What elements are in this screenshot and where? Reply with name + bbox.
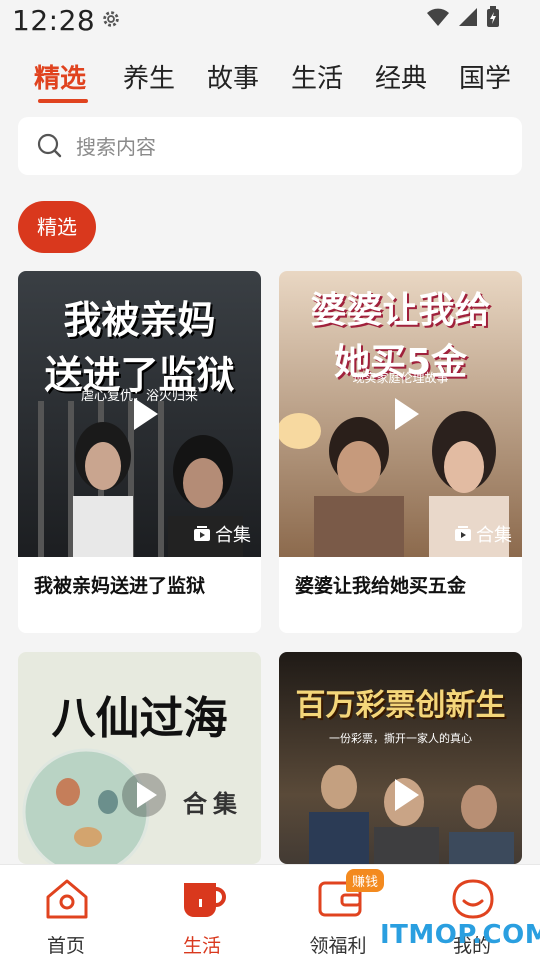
nav-home[interactable]: 首页 [16, 875, 116, 959]
nav-life[interactable]: 生活 [152, 875, 252, 959]
search-bar[interactable] [18, 117, 522, 175]
search-input[interactable] [74, 129, 498, 165]
watermark: ITMOP.COM [380, 920, 540, 950]
content-card[interactable]: 百万彩票创新生 一份彩票，撕开一家人的真心 [279, 652, 522, 864]
poster-subtitle: 现实家庭伦理故事 [352, 371, 449, 385]
card-thumbnail: 我被亲妈 送进了监狱 虐心复仇：浴火归来 合集 [18, 271, 261, 557]
tab-sinology[interactable]: 国学 [459, 58, 511, 95]
battery-icon [487, 6, 499, 27]
content-card[interactable]: 我被亲妈 送进了监狱 虐心复仇：浴火归来 合集 我被亲妈送进了监狱 [18, 271, 261, 633]
tab-stories[interactable]: 故事 [207, 58, 259, 95]
smile-icon [452, 879, 494, 919]
poster-headline: 我被亲妈 送进了监狱 [44, 298, 235, 397]
status-bar: 12:28 [0, 0, 540, 40]
home-icon [46, 879, 88, 919]
play-icon [134, 398, 158, 430]
cup-icon [184, 883, 226, 917]
poster-headline: 八仙过海 [51, 693, 228, 744]
play-icon [122, 773, 166, 817]
video-collection-icon [455, 526, 471, 541]
category-tabs: 精选 养生 故事 生活 经典 国学 [0, 52, 540, 112]
active-tab-indicator [38, 99, 88, 103]
content-card[interactable]: 婆婆让我给 她买5金 现实家庭伦理故事 合集 婆婆让我给她买五金 [279, 271, 522, 633]
clock: 12:28 [12, 4, 96, 37]
play-icon [395, 398, 419, 430]
nav-benefits[interactable]: 赚钱 领福利 [288, 869, 388, 959]
gear-icon [103, 11, 119, 27]
collection-tag: 合集 [193, 521, 251, 547]
card-title: 婆婆让我给她买五金 [295, 575, 467, 597]
card-thumbnail: 百万彩票创新生 一份彩票，撕开一家人的真心 [279, 652, 522, 864]
video-collection-icon [194, 526, 210, 541]
poster-headline: 百万彩票创新生 [295, 688, 506, 723]
card-title: 我被亲妈送进了监狱 [34, 575, 206, 597]
earn-badge: 赚钱 [346, 869, 385, 892]
poster-collection-mark: 合集 [183, 790, 243, 818]
tab-featured[interactable]: 精选 [34, 58, 86, 95]
play-icon [395, 779, 419, 811]
tab-health[interactable]: 养生 [123, 58, 175, 95]
poster-subtitle: 一份彩票，撕开一家人的真心 [329, 732, 472, 745]
wifi-icon [427, 8, 449, 26]
collection-tag: 合集 [454, 521, 512, 547]
tab-classics[interactable]: 经典 [375, 58, 427, 95]
search-icon [37, 133, 62, 158]
tab-life[interactable]: 生活 [291, 58, 343, 95]
card-thumbnail: 婆婆让我给 她买5金 现实家庭伦理故事 合集 [279, 271, 522, 557]
card-thumbnail: 八仙过海 合集 [18, 652, 261, 864]
content-card[interactable]: 八仙过海 合集 [18, 652, 261, 864]
filter-chip-featured[interactable]: 精选 [18, 201, 96, 253]
signal-icon [459, 8, 477, 26]
